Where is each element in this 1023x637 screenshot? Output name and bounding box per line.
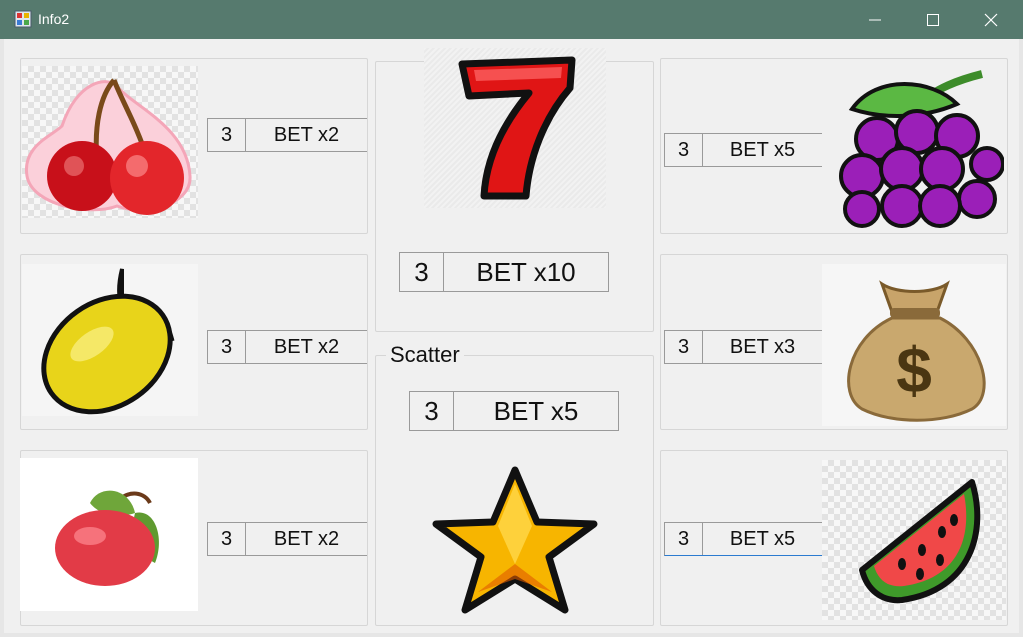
cherry-picture (22, 66, 198, 218)
maximize-button[interactable] (904, 0, 962, 39)
close-button[interactable] (962, 0, 1020, 39)
title-bar: Info2 (0, 0, 1023, 39)
grapes-count: 3 (665, 134, 703, 166)
star-payout: 3 BET x5 (409, 391, 619, 431)
grapes-bet: BET x5 (729, 138, 796, 161)
close-icon (984, 13, 998, 27)
minimize-icon (869, 19, 881, 21)
svg-text:$: $ (896, 334, 932, 406)
paytable-client: 3 BET x2 3 BET x2 3 BET x2 3 BET x10 Sca… (4, 39, 1019, 633)
watermelon-bet: BET x5 (729, 527, 796, 550)
lemon-bet: BET x2 (273, 335, 340, 358)
grapes-icon (839, 70, 1004, 228)
money-bag-payout: 3 BET x3 (664, 330, 822, 364)
money-bag-picture: $ (822, 264, 1006, 426)
star-bet: BET x5 (493, 395, 579, 426)
watermelon-picture (822, 460, 1006, 620)
watermelon-count: 3 (665, 523, 703, 555)
lemon-picture (22, 264, 198, 416)
apple-icon (55, 490, 159, 586)
cherry-bet: BET x2 (273, 123, 340, 146)
scatter-group-label: Scatter (386, 342, 464, 368)
watermelon-icon (859, 479, 981, 604)
money-bag-icon: $ (847, 280, 986, 422)
app-icon (14, 10, 32, 28)
maximize-icon (927, 14, 939, 26)
star-picture (422, 464, 608, 616)
apple-payout: 3 BET x2 (207, 522, 367, 556)
seven-payout: 3 BET x10 (399, 252, 609, 292)
cherry-payout: 3 BET x2 (207, 118, 367, 152)
lemon-icon (41, 268, 175, 415)
seven-bet: BET x10 (476, 256, 576, 287)
cherry-icon (25, 78, 192, 215)
seven-count: 3 (400, 253, 444, 291)
money-bag-count: 3 (665, 331, 703, 363)
lemon-payout: 3 BET x2 (207, 330, 367, 364)
star-count: 3 (410, 392, 454, 430)
star-icon (432, 466, 598, 614)
cherry-count: 3 (208, 119, 246, 151)
watermelon-payout: 3 BET x5 (664, 522, 822, 556)
apple-count: 3 (208, 523, 246, 555)
seven-picture (424, 48, 606, 208)
apple-picture (20, 458, 198, 611)
money-bag-bet: BET x3 (729, 335, 796, 358)
grapes-picture (822, 64, 1004, 230)
minimize-button[interactable] (846, 0, 904, 39)
apple-bet: BET x2 (273, 527, 340, 550)
window-title: Info2 (38, 11, 70, 27)
grapes-payout: 3 BET x5 (664, 133, 822, 167)
lemon-count: 3 (208, 331, 246, 363)
seven-icon (458, 56, 576, 200)
